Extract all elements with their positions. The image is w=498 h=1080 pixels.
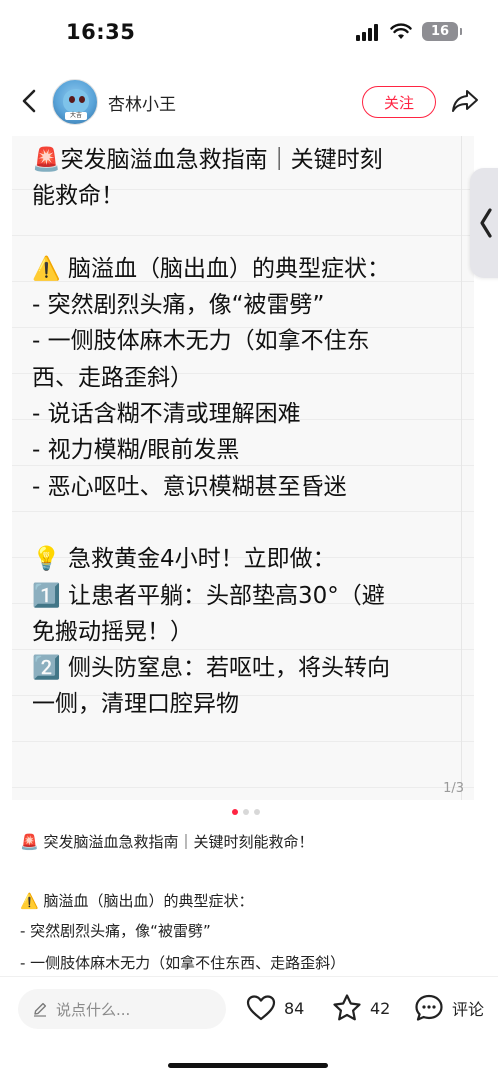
collect-count: 42 bbox=[370, 998, 391, 1018]
note-line: 2️⃣ 侧头防窒息：若呕吐，将头转向 bbox=[32, 655, 390, 682]
description-line: - 突然剧烈头痛，像“被雷劈” bbox=[20, 922, 211, 940]
avatar-tag: 大吉 bbox=[65, 112, 87, 120]
bottom-action-bar: 说点什么... 84 42 评论 bbox=[0, 976, 498, 1080]
note-line bbox=[32, 505, 472, 541]
home-indicator bbox=[168, 1063, 328, 1068]
carousel-indicator bbox=[232, 809, 260, 815]
comment-input[interactable]: 说点什么... bbox=[18, 989, 226, 1029]
note-line: - 说话含糊不清或理解困难 bbox=[32, 401, 301, 428]
back-arrow-icon[interactable] bbox=[16, 86, 44, 116]
note-line: - 视力模糊/眼前发黑 bbox=[32, 437, 240, 464]
description-line: ⚠️ 脑溢血（脑出血）的典型症状： bbox=[20, 892, 254, 910]
battery-icon: 16 bbox=[422, 22, 462, 41]
description-line: 🚨 突发脑溢血急救指南｜关键时刻能救命！ bbox=[20, 833, 314, 851]
like-count: 84 bbox=[284, 998, 305, 1018]
note-line: 一侧，清理口腔异物 bbox=[32, 691, 239, 718]
description-line: - 一侧肢体麻木无力（如拿不住东西、走路歪斜） bbox=[20, 954, 346, 972]
comment-bubble-icon bbox=[415, 994, 443, 1021]
collect-button[interactable]: 42 bbox=[332, 993, 390, 1023]
comment-placeholder: 说点什么... bbox=[56, 1000, 131, 1019]
page-counter: 1/3 bbox=[443, 781, 464, 796]
note-line: 西、走路歪斜） bbox=[32, 364, 193, 391]
comment-button[interactable]: 评论 bbox=[414, 993, 484, 1023]
note-line: 🚨突发脑溢血急救指南｜关键时刻 bbox=[32, 147, 383, 173]
note-line: - 恶心呕吐、意识模糊甚至昏迷 bbox=[32, 473, 347, 500]
note-line: ⚠️ 脑溢血（脑出血）的典型症状： bbox=[32, 255, 390, 282]
share-icon[interactable] bbox=[450, 87, 480, 115]
note-line: 能救命！ bbox=[32, 183, 124, 210]
chevron-left-icon bbox=[480, 208, 492, 238]
carousel-dot bbox=[243, 809, 249, 815]
comment-label: 评论 bbox=[452, 1000, 485, 1019]
note-line: - 一侧肢体麻木无力（如拿不住东 bbox=[32, 328, 370, 355]
like-button[interactable]: 84 bbox=[246, 993, 304, 1023]
carousel-dot bbox=[232, 809, 238, 815]
status-icons: 16 bbox=[356, 22, 462, 41]
note-line: 1️⃣ 让患者平躺：头部垫高30°（避 bbox=[32, 582, 385, 609]
note-line bbox=[32, 215, 472, 251]
note-line: 免搬动摇晃！） bbox=[32, 618, 193, 645]
side-drawer-tab[interactable] bbox=[470, 168, 498, 278]
note-image[interactable]: 🚨突发脑溢血急救指南｜关键时刻 能救命！ ⚠️ 脑溢血（脑出血）的典型症状： - 突然… bbox=[12, 136, 474, 800]
follow-button[interactable]: 关注 bbox=[362, 86, 436, 118]
status-time: 16:35 bbox=[66, 20, 136, 44]
post-header: 大吉 杏林小王 关注 bbox=[0, 72, 498, 130]
wifi-icon bbox=[390, 22, 412, 39]
author-name[interactable]: 杏林小王 bbox=[108, 90, 176, 115]
carousel-dot bbox=[254, 809, 260, 815]
note-line: - 突然剧烈头痛，像“被雷劈” bbox=[32, 292, 325, 319]
heart-icon bbox=[246, 995, 276, 1021]
star-icon bbox=[333, 994, 361, 1021]
pencil-icon bbox=[34, 1002, 47, 1017]
note-image-text: 🚨突发脑溢血急救指南｜关键时刻 能救命！ ⚠️ 脑溢血（脑出血）的典型症状： - 突然… bbox=[32, 142, 472, 723]
cellular-signal-icon bbox=[356, 23, 380, 41]
battery-level: 16 bbox=[430, 24, 450, 39]
status-bar: 16:35 16 bbox=[0, 0, 498, 66]
avatar[interactable]: 大吉 bbox=[52, 79, 98, 125]
note-line: 💡 急救黄金4小时！立即做： bbox=[32, 546, 336, 573]
